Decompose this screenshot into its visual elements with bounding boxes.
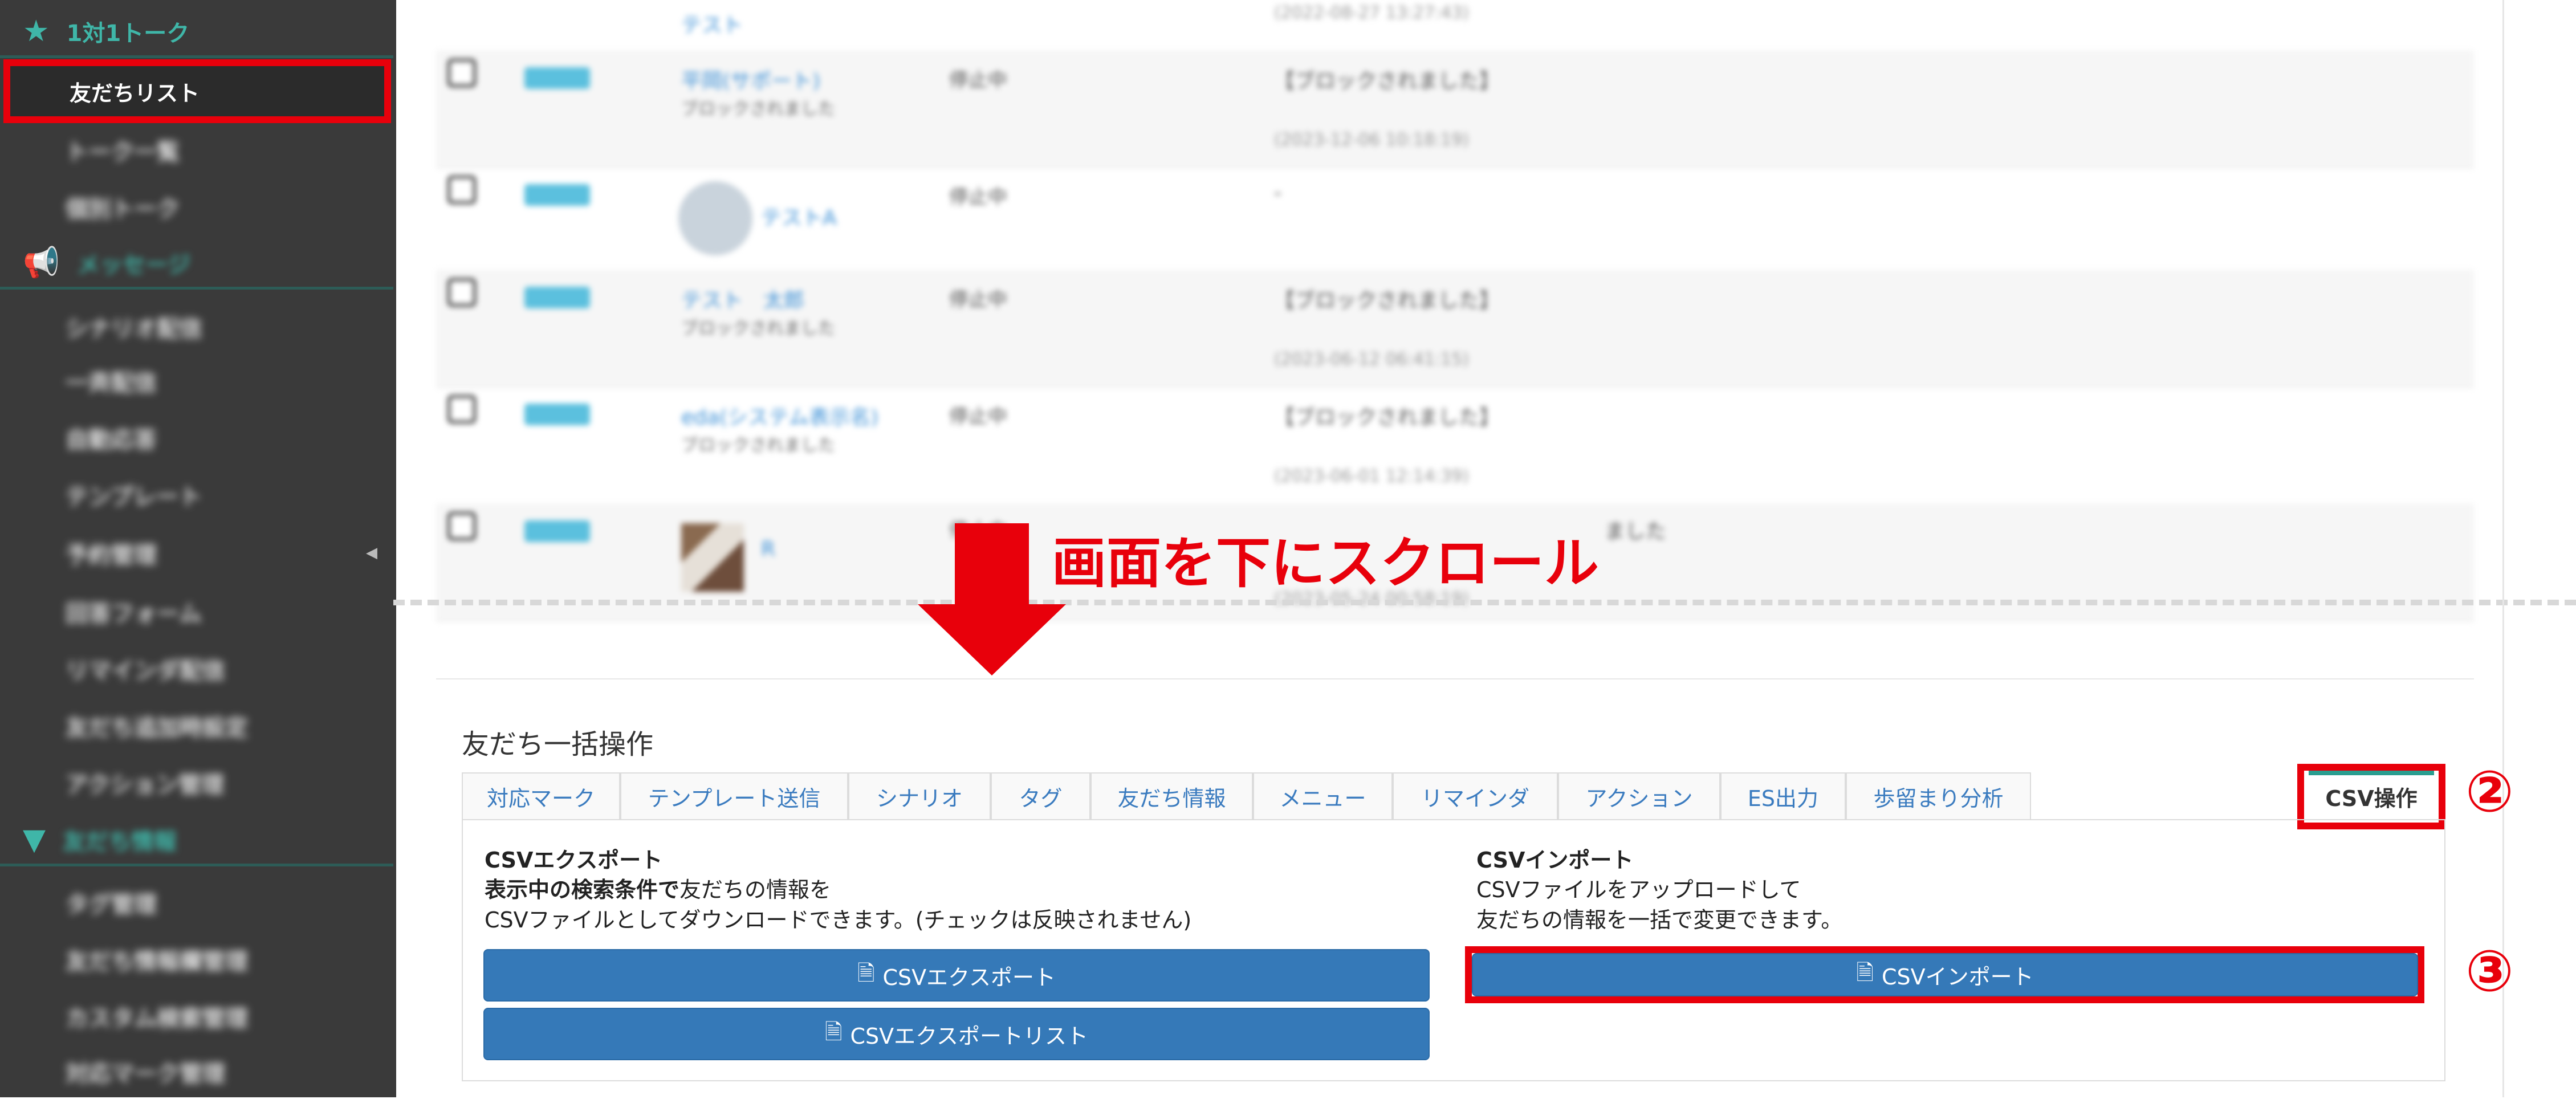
sidebar: ★ 1対1トーク 友だちリスト トーク一覧 個別トーク 📢 メッセージ シナリオ… bbox=[0, 0, 396, 1097]
tab-action[interactable]: アクション bbox=[1558, 772, 1720, 819]
status-badge bbox=[524, 67, 590, 89]
sidebar-item-broadcast[interactable]: 一斉配信 bbox=[0, 353, 393, 408]
sidebar-item-friends-list[interactable]: 友だちリスト bbox=[3, 59, 391, 123]
tab-friend-info[interactable]: 友だち情報 bbox=[1090, 772, 1253, 819]
sidebar-item-reminder[interactable]: リマインダ配信 bbox=[0, 641, 393, 696]
row-checkbox[interactable] bbox=[447, 176, 476, 204]
tab-scenario[interactable]: シナリオ bbox=[848, 772, 991, 819]
csv-export-title: CSVエクスポート bbox=[485, 848, 663, 873]
table-row[interactable]: 平岡(サポート) ブロックされました 停止中 【ブロックされました】 (2023… bbox=[436, 50, 2474, 168]
sidebar-item-form[interactable]: 回答フォーム bbox=[0, 584, 393, 639]
row-checkbox[interactable] bbox=[447, 395, 476, 424]
file-import-icon: 🗎 bbox=[1856, 959, 1874, 985]
file-export-icon: 🗎 bbox=[857, 960, 875, 986]
tab-yield-analysis[interactable]: 歩留まり分析 bbox=[1846, 772, 2031, 819]
chevron-down-icon: ◀ bbox=[366, 544, 377, 561]
tab-es-output[interactable]: ES出力 bbox=[1720, 772, 1846, 819]
table-row[interactable]: eda(システム表示名) ブロックされました 停止中 【ブロックされました】 (… bbox=[436, 386, 2474, 504]
friends-list: テスト (2022-08-27 13:27:43) 平岡(サポート) ブロックさ… bbox=[436, 0, 2474, 621]
row-checkbox[interactable] bbox=[447, 278, 476, 307]
file-export-icon: 🗎 bbox=[824, 1019, 843, 1044]
avatar bbox=[681, 523, 744, 592]
csv-import-button[interactable]: 🗎 CSVインポート bbox=[1472, 953, 2418, 996]
row-checkbox[interactable] bbox=[447, 512, 476, 540]
table-row[interactable]: テストA 停止中 - bbox=[436, 167, 2474, 271]
sidebar-section-friends[interactable]: ▼ 友だち情報 bbox=[0, 815, 393, 866]
tab-mark[interactable]: 対応マーク bbox=[462, 772, 620, 819]
status-badge bbox=[524, 287, 590, 308]
sidebar-item-reservation[interactable]: 予約管理 ◀ bbox=[0, 526, 393, 580]
sidebar-section-message[interactable]: 📢 メッセージ bbox=[0, 238, 393, 290]
sidebar-item-friend-add-settings[interactable]: 友だち追加時設定 bbox=[0, 698, 393, 753]
sidebar-item-template[interactable]: テンプレート bbox=[0, 467, 393, 522]
sidebar-item-mark-manage[interactable]: 対応マーク管理 bbox=[0, 1044, 393, 1099]
csv-export-desc-2: CSVファイルとしてダウンロードできます。(チェックは反映されません) bbox=[485, 907, 1192, 933]
sidebar-item-auto-reply[interactable]: 自動応答 bbox=[0, 410, 393, 465]
step-3-marker: ③ bbox=[2465, 938, 2514, 1004]
down-arrow-head bbox=[918, 604, 1066, 675]
tab-menu[interactable]: メニュー bbox=[1253, 772, 1393, 819]
csv-export-list-button[interactable]: 🗎 CSVエクスポートリスト bbox=[483, 1008, 1430, 1060]
status-badge bbox=[524, 404, 590, 425]
csv-import-desc-1: CSVファイルをアップロードして bbox=[1476, 877, 1801, 902]
table-row[interactable]: テスト 太郎 ブロックされました 停止中 【ブロックされました】 (2023-0… bbox=[436, 270, 2474, 388]
tab-tag[interactable]: タグ bbox=[991, 772, 1090, 819]
tab-template[interactable]: テンプレート送信 bbox=[620, 772, 848, 819]
sidebar-item-tag-manage[interactable]: タグ管理 bbox=[0, 875, 393, 930]
sidebar-item-custom-search[interactable]: カスタム検索管理 bbox=[0, 989, 393, 1044]
csv-export-desc-1: 表示中の検索条件で友だちの情報を bbox=[485, 877, 832, 902]
content-border bbox=[2502, 0, 2504, 1097]
csv-import-desc-2: 友だちの情報を一括で変更できます。 bbox=[1476, 907, 1843, 933]
row-checkbox[interactable] bbox=[447, 59, 476, 87]
megaphone-icon: 📢 bbox=[23, 246, 60, 280]
down-arrow-icon bbox=[955, 523, 1029, 609]
status-badge bbox=[524, 184, 590, 206]
sidebar-item-friend-info-manage[interactable]: 友だち情報欄管理 bbox=[0, 932, 393, 987]
step-2-marker: ② bbox=[2465, 758, 2514, 825]
table-row[interactable]: テスト (2022-08-27 13:27:43) bbox=[436, 0, 2474, 51]
bulk-operations-title: 友だち一括操作 bbox=[462, 728, 654, 760]
status-badge bbox=[524, 520, 590, 542]
scroll-divider bbox=[393, 600, 2576, 605]
csv-import-title: CSVインポート bbox=[1476, 848, 1634, 873]
sidebar-item-individual-talk[interactable]: 個別トーク bbox=[0, 180, 393, 234]
scroll-instruction: 画面を下にスクロール bbox=[1052, 531, 1599, 595]
sidebar-item-action[interactable]: アクション管理 bbox=[0, 755, 393, 810]
sidebar-item-talk-list[interactable]: トーク一覧 bbox=[0, 123, 393, 177]
sidebar-section-talk[interactable]: ★ 1対1トーク bbox=[0, 7, 393, 58]
csv-export-button[interactable]: 🗎 CSVエクスポート bbox=[483, 949, 1430, 1002]
sidebar-item-scenario[interactable]: シナリオ配信 bbox=[0, 299, 393, 354]
filter-icon: ▼ bbox=[23, 822, 46, 857]
avatar bbox=[678, 181, 752, 255]
tab-reminder[interactable]: リマインダ bbox=[1393, 772, 1558, 819]
star-icon: ★ bbox=[23, 14, 50, 48]
